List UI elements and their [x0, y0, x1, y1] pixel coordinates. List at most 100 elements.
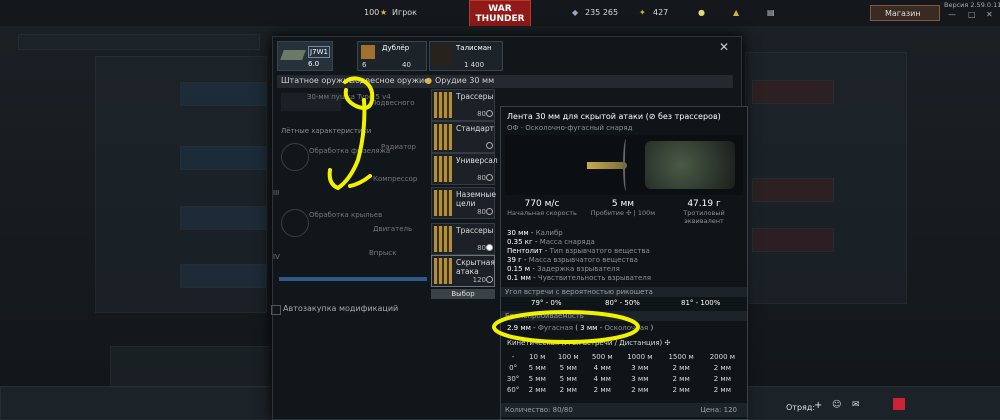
autobuy-label: Автозакупка модификаций — [283, 304, 399, 313]
star-icon: ★ — [380, 8, 388, 17]
injection-label: Впрыск — [369, 249, 397, 257]
price-label: Цена: 120 — [700, 406, 737, 414]
talisman-slot[interactable]: Талисман 1 400 — [429, 41, 503, 71]
shell-preview-area — [505, 135, 743, 195]
stat-penetration: 5 мм Пробитие ✣ | 100м — [587, 199, 659, 225]
inventory-icon[interactable]: ▤ — [767, 8, 775, 17]
table-cell: 2 мм — [713, 363, 731, 372]
notification-icon[interactable] — [893, 398, 905, 410]
bg-vehicle-card — [180, 264, 266, 288]
friends-icon[interactable]: ☺ — [832, 400, 841, 410]
spec-row: Пентолит - Тип взрывчатого вещества — [507, 247, 650, 255]
table-cell: 5 мм — [528, 363, 546, 372]
collapse-icon[interactable]: — — [948, 10, 956, 19]
ricochet-value: 79° - 0% — [531, 299, 562, 307]
table-cell: 5 мм — [559, 374, 577, 383]
table-header: 1500 м — [668, 352, 694, 361]
bg-vehicle-card — [752, 80, 834, 104]
lightbulb-icon[interactable]: ● — [698, 8, 705, 17]
spec-value: 39 г — [507, 256, 522, 264]
vehicle-slot[interactable]: J7W1 6.0 — [277, 41, 333, 71]
close-window-icon[interactable]: ✕ — [986, 10, 993, 19]
vehicle-name: J7W1 — [308, 46, 330, 58]
ammo-shells-icon — [434, 156, 452, 182]
table-cell: 2 мм — [672, 374, 690, 383]
kinetic-text: Кинетическая (Угол встречи / Дистанция) — [507, 339, 663, 347]
wings-icon[interactable] — [281, 209, 309, 237]
ammo-radio[interactable] — [486, 208, 493, 215]
ammo-shells-icon — [434, 190, 452, 216]
pen-distance: 100м — [637, 209, 656, 217]
ammo-shells-icon — [434, 226, 452, 252]
table-cell: 2 мм — [713, 374, 731, 383]
ammo-item[interactable]: Стандарт — [431, 121, 495, 153]
table-header: 2000 м — [709, 352, 736, 361]
spec-row: 39 г - Масса взрывчатого вещества — [507, 256, 638, 264]
fuselage-icon[interactable] — [281, 143, 309, 171]
ammo-item[interactable]: Наземные цели 80 — [431, 187, 496, 219]
ammo-shells-icon — [434, 258, 452, 284]
ammo-item[interactable]: Трассеры 80 — [431, 223, 495, 255]
add-squad-icon[interactable]: + — [814, 400, 822, 411]
player-name[interactable]: Игрок — [392, 8, 417, 17]
select-label: Выбор — [451, 290, 475, 298]
ammo-count: 120 — [472, 276, 486, 284]
ammo-count: 80 — [477, 110, 486, 118]
shell-type-name: Осколочно-фугасный снаряд — [525, 124, 633, 132]
ammo-radio[interactable] — [486, 276, 493, 283]
spec-value: 0.15 м — [507, 265, 531, 273]
ammo-item[interactable]: Универсал 80 — [431, 153, 498, 185]
window-icon[interactable]: □ — [968, 10, 976, 19]
he-label: Фугасная — [537, 324, 573, 332]
tab-gun-30mm[interactable]: Орудие 30 мм — [435, 76, 494, 85]
backup-slot[interactable]: Дублёр 6 40 — [357, 41, 427, 71]
table-cell: 2 мм — [713, 385, 731, 394]
ammo-radio[interactable] — [486, 244, 493, 251]
ammo-radio[interactable] — [486, 110, 493, 117]
table-cell: 4 мм — [593, 363, 611, 372]
backup-count: 6 — [362, 61, 367, 69]
shop-button[interactable]: Магазин — [870, 5, 940, 21]
kinetic-label: Кинетическая (Угол встречи / Дистанция) … — [507, 339, 670, 347]
table-cell: 5 мм — [559, 363, 577, 372]
gold-icon: ✦ — [639, 8, 646, 17]
warning-icon: ● — [425, 76, 432, 85]
rank-icon[interactable]: ▲ — [733, 8, 739, 17]
tier-four-label: IV — [273, 253, 280, 261]
tooltip-footer: Количество: 80/80 Цена: 120 — [501, 403, 747, 417]
tab-suspended-weapons[interactable]: Подвесное оружие — [349, 76, 429, 85]
table-header: 100 м — [557, 352, 579, 361]
he-frag-row: 2.9 мм - Фугасная ( 3 мм - Осколочная ) — [507, 324, 654, 332]
plane-icon — [280, 50, 306, 60]
ammo-tooltip: Лента 30 мм для скрытой атаки (⊘ без тра… — [500, 106, 748, 420]
chat-icon[interactable]: ✉ — [852, 400, 860, 410]
penetration-table: - 10 м 100 м 500 м 1000 м 1500 м 2000 м … — [503, 351, 743, 395]
ammo-item[interactable]: Трассеры 80 — [431, 89, 495, 121]
ammo-label: Стандарт — [456, 124, 495, 133]
tab-standard-weapons[interactable]: Штатное оружие — [281, 76, 353, 85]
armor-plate-icon — [623, 139, 629, 191]
table-cell: 2 мм — [631, 385, 649, 394]
autobuy-checkbox[interactable] — [271, 305, 281, 315]
table-cell: 4 мм — [593, 374, 611, 383]
spec-row: 0.1 мм - Чувствительность взрывателя — [507, 274, 651, 282]
shell-type-code: ОФ — [507, 124, 519, 132]
table-cell: 2 мм — [528, 385, 546, 394]
table-cell: 2 мм — [559, 385, 577, 394]
ammo-radio[interactable] — [486, 142, 493, 149]
select-button[interactable]: Выбор — [431, 289, 495, 299]
ammo-radio[interactable] — [486, 174, 493, 181]
armor-header: Бронепробиваемость — [501, 311, 747, 321]
bg-tabs — [18, 34, 260, 50]
spec-label: Масса снаряда — [539, 238, 595, 246]
spec-label: Задержка взрывателя — [537, 265, 620, 273]
ammo-shells-icon — [434, 92, 452, 118]
ammo-item[interactable]: Скрытная атака 120 — [431, 255, 495, 287]
spec-row: 0.15 м - Задержка взрывателя — [507, 265, 620, 273]
spec-value: 0.1 мм — [507, 274, 531, 282]
tooltip-subtitle: ОФ · Осколочно-фугасный снаряд — [507, 124, 633, 132]
tooltip-title-tail: без трассеров) — [657, 112, 721, 121]
bg-vehicle-card — [752, 178, 834, 202]
close-icon[interactable]: ✕ — [719, 40, 729, 54]
ammo-label: Трассеры — [456, 226, 494, 235]
